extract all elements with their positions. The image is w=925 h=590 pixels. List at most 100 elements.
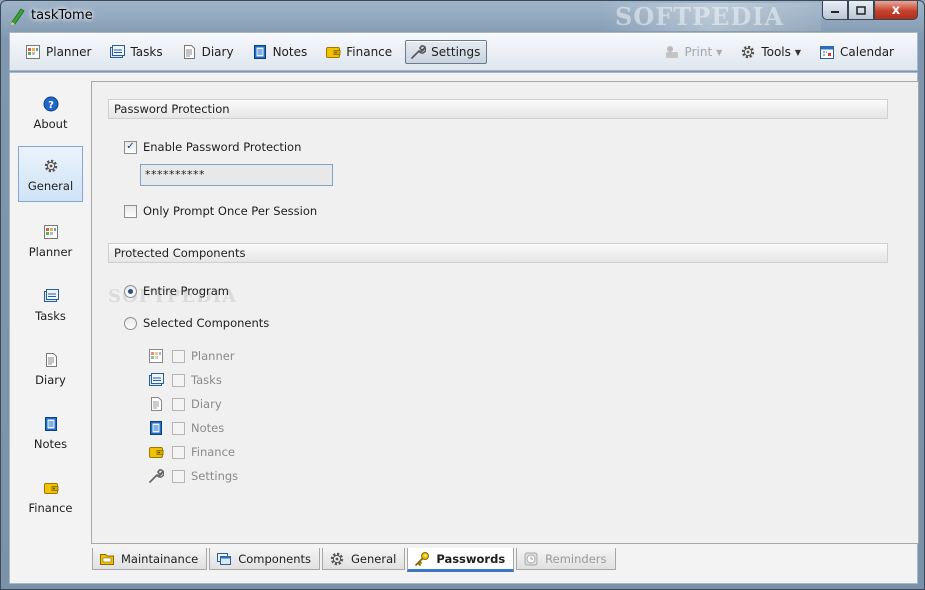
sidebar-item-about[interactable]: ? About bbox=[18, 85, 83, 141]
component-row-notes[interactable]: Notes bbox=[148, 419, 224, 437]
printer-icon bbox=[665, 46, 678, 58]
sidebar-item-tasks[interactable]: Tasks bbox=[18, 277, 83, 333]
prompt-once-checkbox[interactable]: Only Prompt Once Per Session bbox=[124, 204, 317, 218]
component-label: Planner bbox=[191, 349, 235, 363]
tab-label: General bbox=[351, 551, 397, 566]
toolbar-finance-button[interactable]: Finance bbox=[320, 40, 399, 64]
notes-icon bbox=[44, 417, 57, 431]
help-icon: ? bbox=[43, 96, 58, 112]
toolbar-tasks-button[interactable]: Tasks bbox=[104, 40, 169, 64]
window-title: taskTome bbox=[31, 8, 93, 23]
minimize-icon bbox=[831, 11, 839, 13]
component-checkbox[interactable] bbox=[172, 469, 185, 483]
component-checkbox[interactable] bbox=[172, 373, 185, 387]
app-window: SOFTPEDIA taskTome x Planner Tasks Diary… bbox=[0, 0, 925, 590]
windows-icon bbox=[217, 552, 232, 565]
sidebar-item-finance[interactable]: Finance bbox=[18, 469, 83, 525]
diary-icon bbox=[183, 44, 195, 59]
toolbar-planner-button[interactable]: Planner bbox=[20, 40, 98, 64]
close-button[interactable]: x bbox=[874, 1, 918, 20]
tab-reminders[interactable]: Reminders bbox=[516, 548, 616, 570]
print-dropdown-icon[interactable]: ▼ bbox=[716, 48, 722, 57]
entire-program-radio[interactable]: Entire Program bbox=[124, 284, 229, 298]
component-checkbox[interactable] bbox=[172, 397, 185, 411]
diary-icon bbox=[151, 397, 162, 411]
folder-icon bbox=[100, 553, 114, 565]
tab-label: Passwords bbox=[436, 551, 506, 566]
component-row-settings[interactable]: Settings bbox=[148, 467, 238, 485]
checkbox-box[interactable] bbox=[124, 204, 137, 218]
toolbar-settings-label: Settings bbox=[431, 44, 481, 59]
component-row-planner[interactable]: Planner bbox=[148, 347, 235, 365]
component-checkbox[interactable] bbox=[172, 421, 185, 435]
sidebar-item-planner[interactable]: Planner bbox=[18, 213, 83, 269]
checkmark-icon[interactable]: ✓ bbox=[124, 140, 137, 154]
toolbar-calendar-button[interactable]: Calendar bbox=[814, 40, 901, 64]
tab-passwords[interactable]: Passwords bbox=[407, 548, 515, 572]
planner-icon bbox=[149, 349, 163, 363]
sidebar-item-label: Notes bbox=[33, 437, 68, 451]
toolbar-diary-button[interactable]: Diary bbox=[176, 40, 241, 64]
sidebar-item-label: Planner bbox=[28, 245, 73, 259]
close-icon: x bbox=[891, 2, 901, 18]
component-label: Diary bbox=[191, 397, 222, 411]
enable-password-label: Enable Password Protection bbox=[143, 140, 302, 154]
main-toolbar: Planner Tasks Diary Notes Finance Settin… bbox=[9, 32, 918, 71]
finance-icon bbox=[43, 483, 58, 494]
tab-components[interactable]: Components bbox=[209, 548, 320, 570]
toolbar-notes-button[interactable]: Notes bbox=[247, 40, 315, 64]
settings-sidebar: ? About General Planner Tasks Diary Note… bbox=[10, 73, 90, 583]
entire-program-label: Entire Program bbox=[143, 284, 229, 298]
selected-components-radio[interactable]: Selected Components bbox=[124, 316, 269, 330]
content-area: ? About General Planner Tasks Diary Note… bbox=[9, 72, 919, 584]
maximize-icon bbox=[856, 5, 866, 15]
gear-icon bbox=[742, 45, 755, 59]
component-row-finance[interactable]: Finance bbox=[148, 443, 235, 461]
notes-icon bbox=[253, 44, 266, 59]
toolbar-diary-label: Diary bbox=[201, 44, 234, 59]
maximize-button[interactable] bbox=[848, 1, 874, 20]
tab-general[interactable]: General bbox=[322, 548, 406, 570]
component-row-tasks[interactable]: Tasks bbox=[148, 371, 222, 389]
tools-dropdown-icon[interactable]: ▼ bbox=[795, 48, 801, 57]
wrench-icon bbox=[149, 469, 164, 483]
component-checkbox[interactable] bbox=[172, 445, 185, 459]
component-label: Finance bbox=[191, 445, 235, 459]
svg-text:?: ? bbox=[48, 100, 54, 111]
protected-components-header: Protected Components bbox=[108, 243, 888, 263]
tab-maintainance[interactable]: Maintainance bbox=[92, 548, 208, 570]
planner-icon bbox=[26, 44, 40, 59]
component-checkbox[interactable] bbox=[172, 349, 185, 363]
sidebar-item-diary[interactable]: Diary bbox=[18, 341, 83, 397]
sidebar-item-general[interactable]: General bbox=[18, 146, 83, 202]
selected-components-label: Selected Components bbox=[143, 316, 270, 330]
toolbar-tools-button[interactable]: Tools ▼ bbox=[735, 40, 808, 64]
finance-icon bbox=[149, 447, 164, 458]
toolbar-planner-label: Planner bbox=[46, 44, 92, 59]
tasks-icon bbox=[43, 289, 59, 302]
component-row-diary[interactable]: Diary bbox=[148, 395, 222, 413]
component-label: Notes bbox=[191, 421, 225, 435]
enable-password-checkbox[interactable]: ✓ Enable Password Protection bbox=[124, 140, 301, 154]
toolbar-print-label: Print bbox=[684, 45, 713, 59]
sidebar-item-notes[interactable]: Notes bbox=[18, 405, 83, 461]
key-icon bbox=[415, 551, 430, 566]
pen-icon bbox=[11, 8, 25, 25]
tab-label: Maintainance bbox=[121, 551, 199, 566]
radio-empty-icon[interactable] bbox=[124, 316, 137, 330]
title-watermark: SOFTPEDIA bbox=[601, 3, 821, 31]
tasks-icon bbox=[110, 44, 126, 58]
password-field[interactable]: ********** bbox=[140, 164, 333, 186]
toolbar-tasks-label: Tasks bbox=[130, 44, 163, 59]
prompt-once-label: Only Prompt Once Per Session bbox=[143, 204, 318, 218]
toolbar-print-button[interactable]: Print ▼ bbox=[659, 40, 730, 64]
settings-tabs: Maintainance Components General Password… bbox=[92, 548, 618, 576]
radio-selected-icon[interactable] bbox=[124, 284, 137, 298]
title-bar[interactable]: SOFTPEDIA taskTome x bbox=[1, 1, 924, 31]
toolbar-settings-button[interactable]: Settings bbox=[405, 39, 488, 64]
toolbar-tools-label: Tools bbox=[761, 45, 791, 59]
minimize-button[interactable] bbox=[822, 1, 848, 20]
password-protection-header: Password Protection bbox=[108, 99, 888, 119]
sidebar-item-label: General bbox=[27, 179, 74, 193]
finance-icon bbox=[326, 46, 341, 58]
